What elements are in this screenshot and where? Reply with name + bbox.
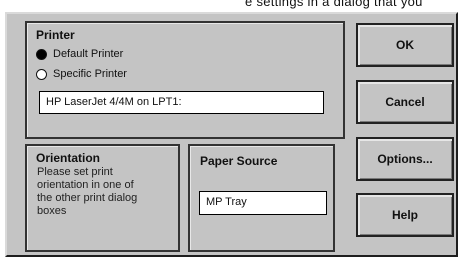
help-button[interactable]: Help [356, 193, 454, 237]
orientation-description: Please set print orientation in one of t… [37, 166, 138, 217]
print-dialog: Printer Default Printer Specific Printer… [5, 12, 458, 257]
options-button[interactable]: Options... [356, 137, 454, 181]
printer-group-title: Printer [36, 28, 75, 42]
title-fragment: e settings in a dialog that you [245, 0, 423, 9]
ok-button[interactable]: OK [356, 23, 454, 67]
specific-printer-option[interactable]: Specific Printer [36, 68, 127, 80]
specific-printer-radio[interactable] [36, 68, 47, 80]
specific-printer-label: Specific Printer [53, 68, 127, 80]
default-printer-option[interactable]: Default Printer [36, 48, 123, 60]
default-printer-label: Default Printer [53, 48, 124, 60]
orientation-group: Orientation Please set print orientation… [25, 144, 180, 252]
paper-source-group-title: Paper Source [200, 154, 278, 168]
orientation-group-title: Orientation [36, 151, 101, 165]
cancel-button[interactable]: Cancel [356, 80, 454, 124]
default-printer-radio[interactable] [36, 48, 47, 60]
title-strip: e settings in a dialog that you [0, 0, 463, 12]
printer-name-field[interactable]: HP LaserJet 4/4M on LPT1: [39, 91, 324, 114]
printer-group: Printer Default Printer Specific Printer… [25, 21, 345, 139]
paper-source-group: Paper Source MP Tray [188, 144, 335, 252]
paper-source-field[interactable]: MP Tray [199, 191, 327, 215]
